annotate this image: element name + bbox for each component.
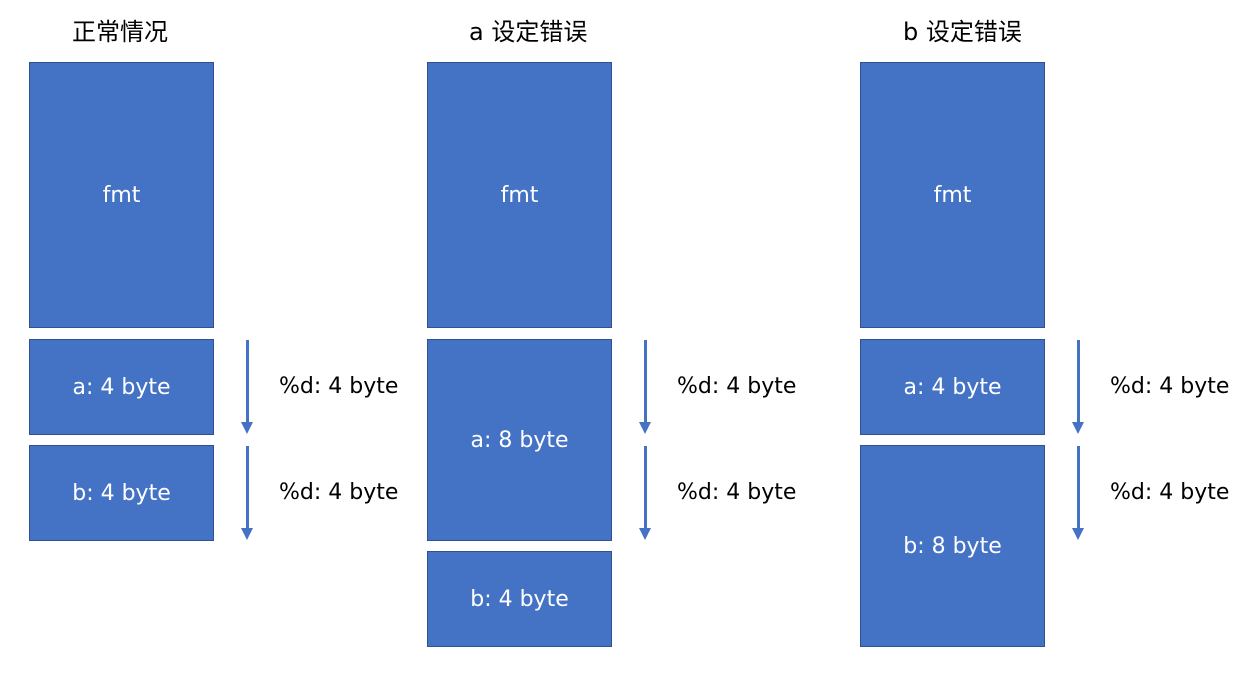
column-1-b-block: b: 4 byte xyxy=(29,445,214,541)
column-3-note-2: %d: 4 byte xyxy=(1110,480,1230,505)
column-1-a-block: a: 4 byte xyxy=(29,339,214,435)
column-2-b-block: b: 4 byte xyxy=(427,551,612,647)
column-1-title: 正常情况 xyxy=(72,18,168,46)
column-2-a-block: a: 8 byte xyxy=(427,339,612,541)
column-2-arrow-1 xyxy=(639,340,651,434)
column-1-note-2: %d: 4 byte xyxy=(279,480,399,505)
column-2-title: a 设定错误 xyxy=(469,18,588,46)
column-3-a-block: a: 4 byte xyxy=(860,339,1045,435)
column-3-arrow-1 xyxy=(1072,340,1084,434)
column-1-arrow-2 xyxy=(241,446,253,540)
column-3-arrow-2 xyxy=(1072,446,1084,540)
column-1-arrow-1 xyxy=(241,340,253,434)
column-3-fmt-block: fmt xyxy=(860,62,1045,328)
column-2-fmt-block: fmt xyxy=(427,62,612,328)
column-1-fmt-block: fmt xyxy=(29,62,214,328)
column-2-note-2: %d: 4 byte xyxy=(677,480,797,505)
column-2-note-1: %d: 4 byte xyxy=(677,374,797,399)
column-3-title: b 设定错误 xyxy=(903,18,1022,46)
column-3-note-1: %d: 4 byte xyxy=(1110,374,1230,399)
column-3-b-block: b: 8 byte xyxy=(860,445,1045,647)
column-2-arrow-2 xyxy=(639,446,651,540)
column-1-note-1: %d: 4 byte xyxy=(279,374,399,399)
